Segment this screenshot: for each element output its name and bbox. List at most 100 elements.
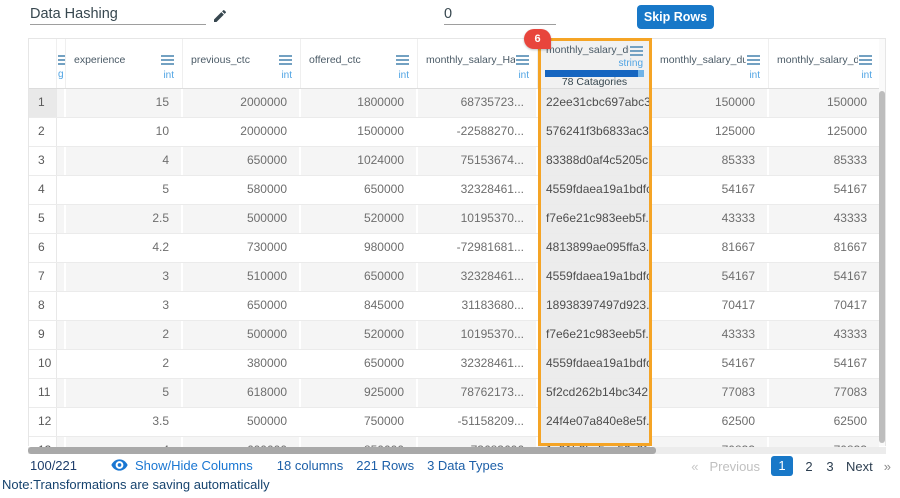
vertical-scrollbar[interactable] (879, 39, 885, 446)
cell: 43333 (652, 321, 769, 349)
cell: -73683606 (418, 437, 538, 447)
partial-column-cell (57, 350, 66, 378)
column-type-fragment: g (58, 69, 64, 80)
cell: 750000 (301, 408, 418, 436)
pagination-next[interactable]: Next (846, 459, 873, 474)
horizontal-scrollbar-thumb[interactable] (28, 447, 656, 454)
column-header-5[interactable]: monthly_salary_du...string78 Catagories (538, 39, 652, 88)
column-name: monthly_salary_Ha... (426, 54, 515, 66)
cell: 3 (66, 292, 183, 320)
cell: 2.5 (66, 205, 183, 233)
partial-column-cell (57, 176, 66, 204)
cell: 2 (66, 350, 183, 378)
row-number: 13 (29, 437, 57, 447)
column-header-2[interactable]: previous_ctcint (183, 39, 301, 88)
pagination-last-arrow[interactable]: » (884, 459, 891, 474)
pagination-page-2[interactable]: 2 (804, 459, 814, 474)
cell: 4559fdaea19a1bdfc... (538, 176, 652, 204)
column-type-label: int (398, 70, 409, 81)
cell: 62500 (652, 408, 769, 436)
table-row: 9250000052000010195370...f7e6e21c983eeb5… (29, 321, 885, 350)
cell: 576241f3b6833ac3... (538, 118, 652, 146)
data-table: g experienceintprevious_ctcintoffered_ct… (28, 38, 886, 446)
cell: 500000 (183, 408, 301, 436)
cell: 15 (66, 89, 183, 117)
table-row: 52.550000052000010195370...f7e6e21c983ee… (29, 205, 885, 234)
transformation-count-badge: 6 (524, 29, 551, 49)
edit-pencil-icon[interactable] (212, 8, 228, 24)
row-number: 11 (29, 379, 57, 407)
cell: 10195370... (418, 321, 538, 349)
cell: 83388d0af4c5205c... (538, 147, 652, 175)
row-number: 4 (29, 176, 57, 204)
cell: 650000 (301, 350, 418, 378)
cell: 54167 (769, 263, 881, 291)
skip-rows-input[interactable] (444, 4, 556, 25)
cell: 43333 (769, 321, 881, 349)
row-number: 7 (29, 263, 57, 291)
column-menu-icon[interactable] (396, 55, 409, 57)
cell: 77083 (769, 379, 881, 407)
table-row: 1152000000180000068735723...22ee31cbc697… (29, 89, 885, 118)
partial-column-cell (57, 89, 66, 117)
table-row: 11561800092500078762173...5f2cd262b14bc3… (29, 379, 885, 408)
column-header-3[interactable]: offered_ctcint (301, 39, 418, 88)
pagination-page-3[interactable]: 3 (825, 459, 835, 474)
table-footer: 100/221 Show/Hide Columns 18 columns 221… (30, 456, 516, 474)
transformation-name-input[interactable] (30, 4, 206, 25)
cell: 650000 (301, 263, 418, 291)
column-menu-icon[interactable] (279, 55, 292, 57)
cell: 54167 (652, 176, 769, 204)
cell: 925000 (301, 379, 418, 407)
row-number: 2 (29, 118, 57, 146)
pagination-page-1[interactable]: 1 (771, 456, 793, 476)
cell: 68735723... (418, 89, 538, 117)
pagination-first-arrow[interactable]: « (691, 459, 698, 474)
table-row: 134600000850000-736836061c01b2bc5ce59c9f… (29, 437, 885, 447)
cell: 1c01b2bc5ce59c9f (538, 437, 652, 447)
column-type-label: int (163, 70, 174, 81)
column-header-6[interactable]: monthly_salary_du...int (652, 39, 769, 88)
column-menu-icon[interactable] (630, 46, 643, 48)
column-header-4[interactable]: monthly_salary_Ha...int (418, 39, 538, 88)
columns-count: 18 columns (277, 458, 343, 473)
partial-column-cell (57, 263, 66, 291)
column-header-1[interactable]: experienceint (66, 39, 183, 88)
cell: 650000 (183, 147, 301, 175)
pagination-previous[interactable]: Previous (709, 459, 760, 474)
column-header-7[interactable]: monthly_salary_du...int (769, 39, 881, 88)
column-menu-icon[interactable] (516, 55, 529, 57)
cell: 70833 (652, 437, 769, 447)
eye-icon[interactable] (111, 459, 128, 471)
horizontal-scrollbar[interactable] (28, 447, 886, 454)
cell: 85333 (652, 147, 769, 175)
partial-column-cell (57, 292, 66, 320)
cell: 850000 (301, 437, 418, 447)
cell: 650000 (183, 292, 301, 320)
partial-column-cell (57, 234, 66, 262)
cell: 54167 (652, 263, 769, 291)
column-name: previous_ctc (191, 54, 278, 66)
cell: 77083 (652, 379, 769, 407)
table-row: 4558000065000032328461...4559fdaea19a1bd… (29, 176, 885, 205)
visible-rows-progress: 100/221 (30, 458, 77, 473)
cell: 5 (66, 176, 183, 204)
cell: 2 (66, 321, 183, 349)
column-header-partial[interactable]: g (57, 39, 66, 88)
column-menu-icon[interactable] (859, 55, 872, 57)
skip-rows-button[interactable]: Skip Rows (637, 5, 714, 29)
cell: 54167 (652, 350, 769, 378)
table-row: 10238000065000032328461...4559fdaea19a1b… (29, 350, 885, 379)
column-menu-icon[interactable] (747, 55, 760, 57)
row-number: 12 (29, 408, 57, 436)
cell: 3.5 (66, 408, 183, 436)
cell: 510000 (183, 263, 301, 291)
column-menu-icon[interactable] (161, 55, 174, 57)
table-row: 7351000065000032328461...4559fdaea19a1bd… (29, 263, 885, 292)
vertical-scrollbar-thumb[interactable] (879, 91, 885, 443)
cell: 730000 (183, 234, 301, 262)
cell: -22588270... (418, 118, 538, 146)
column-type-label: int (281, 70, 292, 81)
show-hide-columns-link[interactable]: Show/Hide Columns (135, 458, 253, 473)
cell: 31183680... (418, 292, 538, 320)
